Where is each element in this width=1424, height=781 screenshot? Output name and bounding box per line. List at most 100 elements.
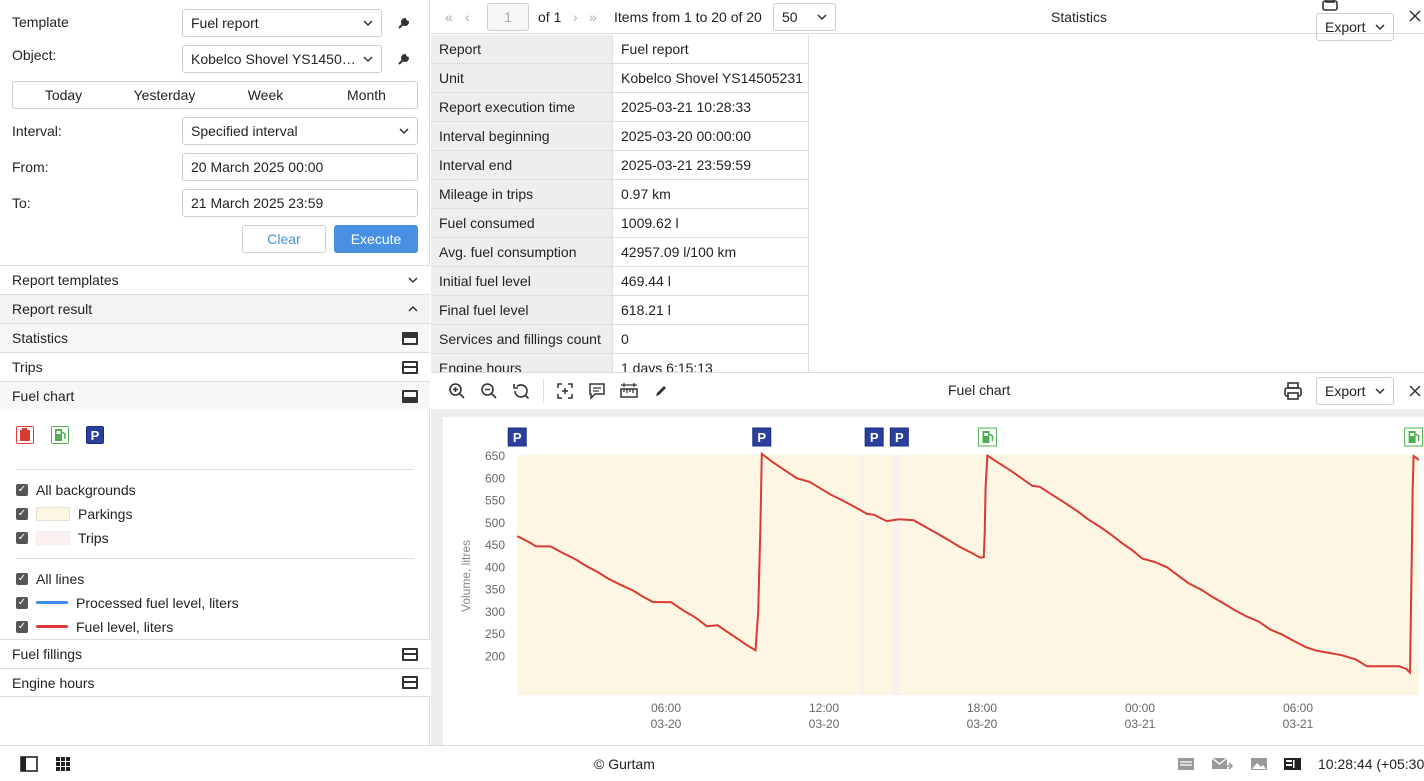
filling-marker[interactable] xyxy=(1404,427,1424,447)
print-icon[interactable] xyxy=(1283,382,1303,400)
table-icon[interactable] xyxy=(402,360,418,374)
chevron-down-icon xyxy=(1375,24,1385,31)
period-month[interactable]: Month xyxy=(316,82,417,108)
wrench-icon[interactable] xyxy=(396,15,412,31)
fuel-drain-marker-icon[interactable] xyxy=(16,426,34,444)
chevron-down-icon xyxy=(399,128,409,135)
gallery-icon[interactable] xyxy=(1250,757,1268,771)
close-icon[interactable] xyxy=(1409,385,1421,397)
y-tick-label: 650 xyxy=(485,449,505,463)
stats-value: 618.21 l xyxy=(613,296,809,324)
apps-grid-icon[interactable] xyxy=(55,756,71,772)
pencil-icon[interactable] xyxy=(652,382,670,400)
ruler-icon[interactable] xyxy=(620,382,638,400)
table-icon[interactable] xyxy=(402,676,418,689)
filling-marker[interactable] xyxy=(977,427,997,447)
stats-key: Fuel consumed xyxy=(431,209,613,237)
report-templates-section[interactable]: Report templates xyxy=(0,265,430,294)
processed-fuel-checkbox[interactable]: ✓ xyxy=(16,597,28,609)
parking-marker[interactable]: P xyxy=(507,427,527,447)
layout-icon[interactable] xyxy=(1283,757,1302,771)
clear-button[interactable]: Clear xyxy=(242,225,326,253)
parking-marker-icon[interactable]: P xyxy=(86,426,104,444)
parkings-swatch xyxy=(36,507,70,521)
from-input[interactable]: 20 March 2025 00:00 xyxy=(182,153,418,181)
period-today[interactable]: Today xyxy=(13,82,114,108)
statistics-toolbar: « ‹ 1 of 1 › » Items from 1 to 20 of 20 … xyxy=(431,0,1424,41)
comment-icon[interactable] xyxy=(588,382,606,400)
last-page-icon[interactable]: » xyxy=(589,9,597,25)
to-input[interactable]: 21 March 2025 23:59 xyxy=(182,189,418,217)
notifications-icon[interactable] xyxy=(1177,757,1195,771)
from-label: From: xyxy=(12,159,49,175)
messages-icon[interactable] xyxy=(1211,756,1233,772)
toolbar-divider xyxy=(543,379,544,403)
execute-button[interactable]: Execute xyxy=(334,225,418,253)
table-top-icon[interactable] xyxy=(402,331,418,345)
parking-marker[interactable]: P xyxy=(752,427,772,447)
wrench-icon[interactable] xyxy=(396,51,412,67)
y-tick-label: 550 xyxy=(485,494,505,508)
first-page-icon[interactable]: « xyxy=(445,9,453,25)
stats-key: Interval beginning xyxy=(431,122,613,150)
processed-fuel-swatch xyxy=(36,601,68,604)
stats-key: Engine hours xyxy=(431,354,613,372)
close-icon[interactable] xyxy=(1409,10,1421,22)
template-value: Fuel report xyxy=(191,15,259,31)
table-icon[interactable] xyxy=(402,647,418,661)
stats-key: Unit xyxy=(431,64,613,92)
result-item-fuel-fillings[interactable]: Fuel fillings xyxy=(0,639,430,668)
to-label: To: xyxy=(12,195,31,211)
fuel-chart-area[interactable]: 200 250 300 350 400 450 500 550 600 650 Volume, li… xyxy=(431,409,1424,745)
report-result-section[interactable]: Report result xyxy=(0,294,430,323)
stats-value: 1009.62 l xyxy=(613,209,809,237)
zoom-out-icon[interactable] xyxy=(480,382,498,400)
result-item-fuel-chart[interactable]: Fuel chart xyxy=(0,381,430,410)
parking-background xyxy=(863,455,893,695)
to-value: 21 March 2025 23:59 xyxy=(191,195,324,211)
interval-select[interactable]: Specified interval xyxy=(182,117,418,145)
parking-marker[interactable]: P xyxy=(864,427,884,447)
page-input[interactable]: 1 xyxy=(487,3,529,31)
from-value: 20 March 2025 00:00 xyxy=(191,159,324,175)
trips-checkbox[interactable]: ✓ xyxy=(16,532,28,544)
x-tick-time: 06:00 xyxy=(1283,701,1313,715)
per-page-select[interactable]: 50 xyxy=(773,3,836,31)
prev-page-icon[interactable]: ‹ xyxy=(465,9,470,25)
reset-zoom-icon[interactable] xyxy=(512,382,530,400)
y-tick-label: 600 xyxy=(485,471,505,485)
copyright: © Gurtam xyxy=(594,756,655,772)
trip-background xyxy=(892,455,901,695)
chart-export-button[interactable]: Export xyxy=(1316,377,1394,405)
object-select[interactable]: Kobelco Shovel YS1450… xyxy=(182,45,382,73)
template-select[interactable]: Fuel report xyxy=(182,9,382,37)
fuel-chart[interactable]: 200 250 300 350 400 450 500 550 600 650 Volume, li… xyxy=(431,409,1424,745)
all-backgrounds-checkbox[interactable]: ✓ xyxy=(16,484,28,496)
result-item-statistics[interactable]: Statistics xyxy=(0,323,430,352)
panel-toggle-icon[interactable] xyxy=(20,756,38,772)
object-label: Object: xyxy=(12,47,57,63)
interval-value: Specified interval xyxy=(191,123,298,139)
period-week[interactable]: Week xyxy=(215,82,316,108)
parkings-checkbox[interactable]: ✓ xyxy=(16,508,28,520)
stats-key: Report execution time xyxy=(431,93,613,121)
all-lines-checkbox[interactable]: ✓ xyxy=(16,573,28,585)
table-bottom-icon[interactable] xyxy=(402,389,418,403)
chevron-down-icon xyxy=(1375,388,1385,395)
fuel-level-checkbox[interactable]: ✓ xyxy=(16,621,28,633)
print-icon[interactable] xyxy=(1320,0,1340,12)
select-area-icon[interactable] xyxy=(556,382,574,400)
parking-marker[interactable]: P xyxy=(889,427,909,447)
export-button[interactable]: Export xyxy=(1316,13,1394,41)
fuel-filling-marker-icon[interactable] xyxy=(51,426,69,444)
result-item-trips[interactable]: Trips xyxy=(0,352,430,381)
period-yesterday[interactable]: Yesterday xyxy=(114,82,215,108)
x-tick-date: 03-21 xyxy=(1125,717,1156,731)
stats-value: 1 days 6:15:13 xyxy=(613,354,809,372)
object-value: Kobelco Shovel YS1450… xyxy=(191,51,356,67)
next-page-icon[interactable]: › xyxy=(573,9,578,25)
zoom-in-icon[interactable] xyxy=(448,382,466,400)
stats-row: Final fuel level 618.21 l xyxy=(431,296,809,325)
stats-row: Initial fuel level 469.44 l xyxy=(431,267,809,296)
result-item-engine-hours[interactable]: Engine hours xyxy=(0,668,430,697)
